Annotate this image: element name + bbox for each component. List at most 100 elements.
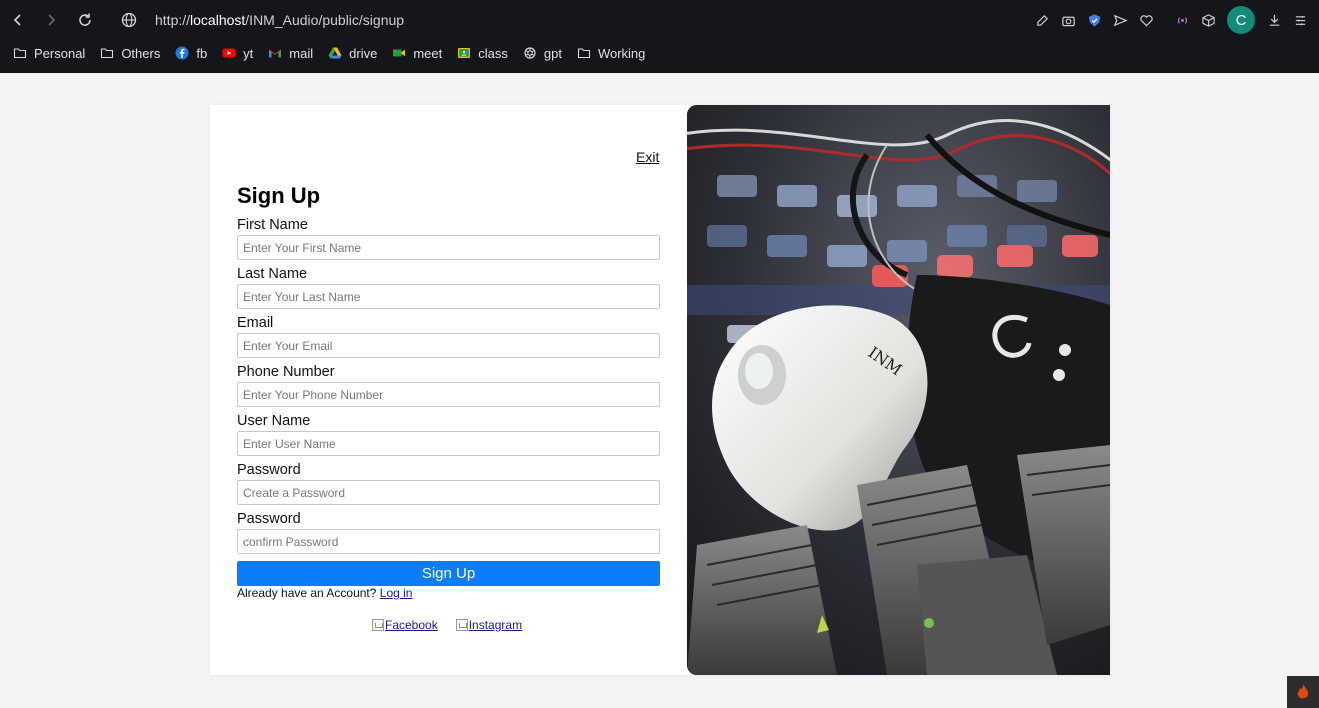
facebook-link-label: Facebook [385, 618, 438, 632]
broken-image-icon [455, 619, 468, 631]
vpn-button[interactable] [1081, 7, 1107, 33]
hero-image: INM [687, 105, 1110, 675]
folder-icon [576, 45, 592, 61]
bookmark-label: class [478, 45, 508, 61]
bookmark-label: gpt [543, 45, 562, 61]
password-group: Password [237, 462, 660, 511]
folder-icon [12, 45, 28, 61]
first-name-label: First Name [237, 217, 308, 233]
signup-form: First Name Last Name Email Phone Number … [237, 217, 660, 560]
facebook-icon [174, 45, 190, 61]
url-host: localhost [190, 12, 246, 28]
bookmark-mail[interactable]: mail [267, 45, 313, 61]
flame-icon [1297, 684, 1309, 699]
bookmark-class[interactable]: class [456, 45, 508, 61]
screenshot-button[interactable] [1055, 7, 1081, 33]
email-input[interactable] [237, 333, 660, 358]
url-prefix: http:// [155, 12, 191, 28]
menu-icon [1295, 15, 1305, 25]
signup-form-panel: Exit Sign Up First Name Last Name Email … [210, 105, 687, 675]
social-links: Facebook Instagram [372, 618, 540, 632]
login-link[interactable]: Log in [380, 586, 413, 600]
youtube-icon [221, 45, 237, 61]
toolbar-actions: C [1029, 6, 1319, 34]
page-title: Sign Up [237, 183, 321, 208]
url-path: /INM_Audio/public/signup [245, 12, 405, 28]
instagram-link[interactable]: Instagram [455, 618, 522, 632]
first-name-group: First Name [237, 217, 660, 266]
phone-input[interactable] [237, 382, 660, 407]
address-bar[interactable]: http://localhost/INM_Audio/public/signup [155, 12, 404, 28]
username-input[interactable] [237, 431, 660, 456]
username-group: User Name [237, 413, 660, 462]
meet-icon [391, 45, 407, 61]
reload-icon [79, 13, 91, 26]
first-name-input[interactable] [237, 235, 660, 260]
classroom-icon [456, 45, 472, 61]
bookmark-meet[interactable]: meet [391, 45, 442, 61]
confirm-password-input[interactable] [237, 529, 660, 554]
shield-check-icon [1088, 13, 1100, 27]
confirm-password-group: Password [237, 511, 660, 560]
bookmarks-bar: Personal Others fb yt mail drive meet cl… [0, 42, 1319, 64]
edit-button[interactable] [1029, 7, 1055, 33]
bookmark-others[interactable]: Others [99, 45, 160, 61]
forward-arrow-icon [48, 14, 56, 26]
reload-button[interactable] [73, 8, 97, 32]
extensions-button[interactable] [1195, 7, 1221, 33]
bookmark-working[interactable]: Working [576, 45, 645, 61]
bookmark-fb[interactable]: fb [174, 45, 207, 61]
earphone-mixer-photo: INM [687, 105, 1110, 675]
codeigniter-toolbar-button[interactable] [1287, 676, 1319, 708]
confirm-password-label: Password [237, 511, 301, 527]
browser-toolbar: http://localhost/INM_Audio/public/signup… [0, 0, 1319, 40]
globe-icon [121, 12, 137, 28]
camera-icon [1061, 16, 1075, 26]
bookmark-label: fb [196, 45, 208, 61]
download-icon [1269, 14, 1279, 26]
login-prompt: Already have an Account? Log in [237, 586, 412, 600]
edit-icon [1036, 14, 1048, 26]
bookmark-personal[interactable]: Personal [12, 45, 85, 61]
browser-chrome: http://localhost/INM_Audio/public/signup… [0, 0, 1319, 73]
send-button[interactable] [1107, 7, 1133, 33]
cube-icon [1201, 13, 1215, 27]
openai-icon [522, 45, 538, 61]
bookmark-drive[interactable]: drive [327, 45, 377, 61]
player-button[interactable] [1169, 7, 1195, 33]
phone-label: Phone Number [237, 364, 335, 380]
last-name-group: Last Name [237, 266, 660, 315]
username-label: User Name [237, 413, 311, 429]
signup-card: Exit Sign Up First Name Last Name Email … [210, 105, 1110, 675]
password-label: Password [237, 462, 301, 478]
broken-image-icon [372, 619, 384, 631]
bookmark-yt[interactable]: yt [221, 45, 253, 61]
profile-avatar[interactable]: C [1227, 6, 1255, 34]
back-button[interactable] [6, 8, 30, 32]
bookmark-gpt[interactable]: gpt [522, 45, 562, 61]
last-name-input[interactable] [237, 284, 660, 309]
bookmark-label: Working [597, 45, 646, 61]
facebook-link[interactable]: Facebook [372, 618, 438, 632]
menu-button[interactable] [1287, 7, 1313, 33]
bookmark-label: meet [413, 45, 443, 61]
phone-group: Phone Number [237, 364, 660, 413]
forward-button[interactable] [39, 8, 63, 32]
signup-button[interactable]: Sign Up [237, 561, 660, 586]
bookmark-label: Others [121, 45, 161, 61]
broadcast-icon [1177, 16, 1187, 24]
exit-link[interactable]: Exit [636, 149, 659, 165]
folder-icon [99, 45, 115, 61]
email-label: Email [237, 315, 274, 331]
drive-icon [327, 45, 343, 61]
bookmark-label: mail [289, 45, 314, 61]
gmail-icon [267, 45, 283, 61]
last-name-label: Last Name [237, 266, 308, 282]
password-input[interactable] [237, 480, 660, 505]
email-group: Email [237, 315, 660, 364]
downloads-button[interactable] [1261, 7, 1287, 33]
bookmark-label: drive [349, 45, 378, 61]
bookmark-label: Personal [34, 45, 86, 61]
favorite-button[interactable] [1133, 7, 1159, 33]
login-prompt-text: Already have an Account? [237, 586, 377, 600]
